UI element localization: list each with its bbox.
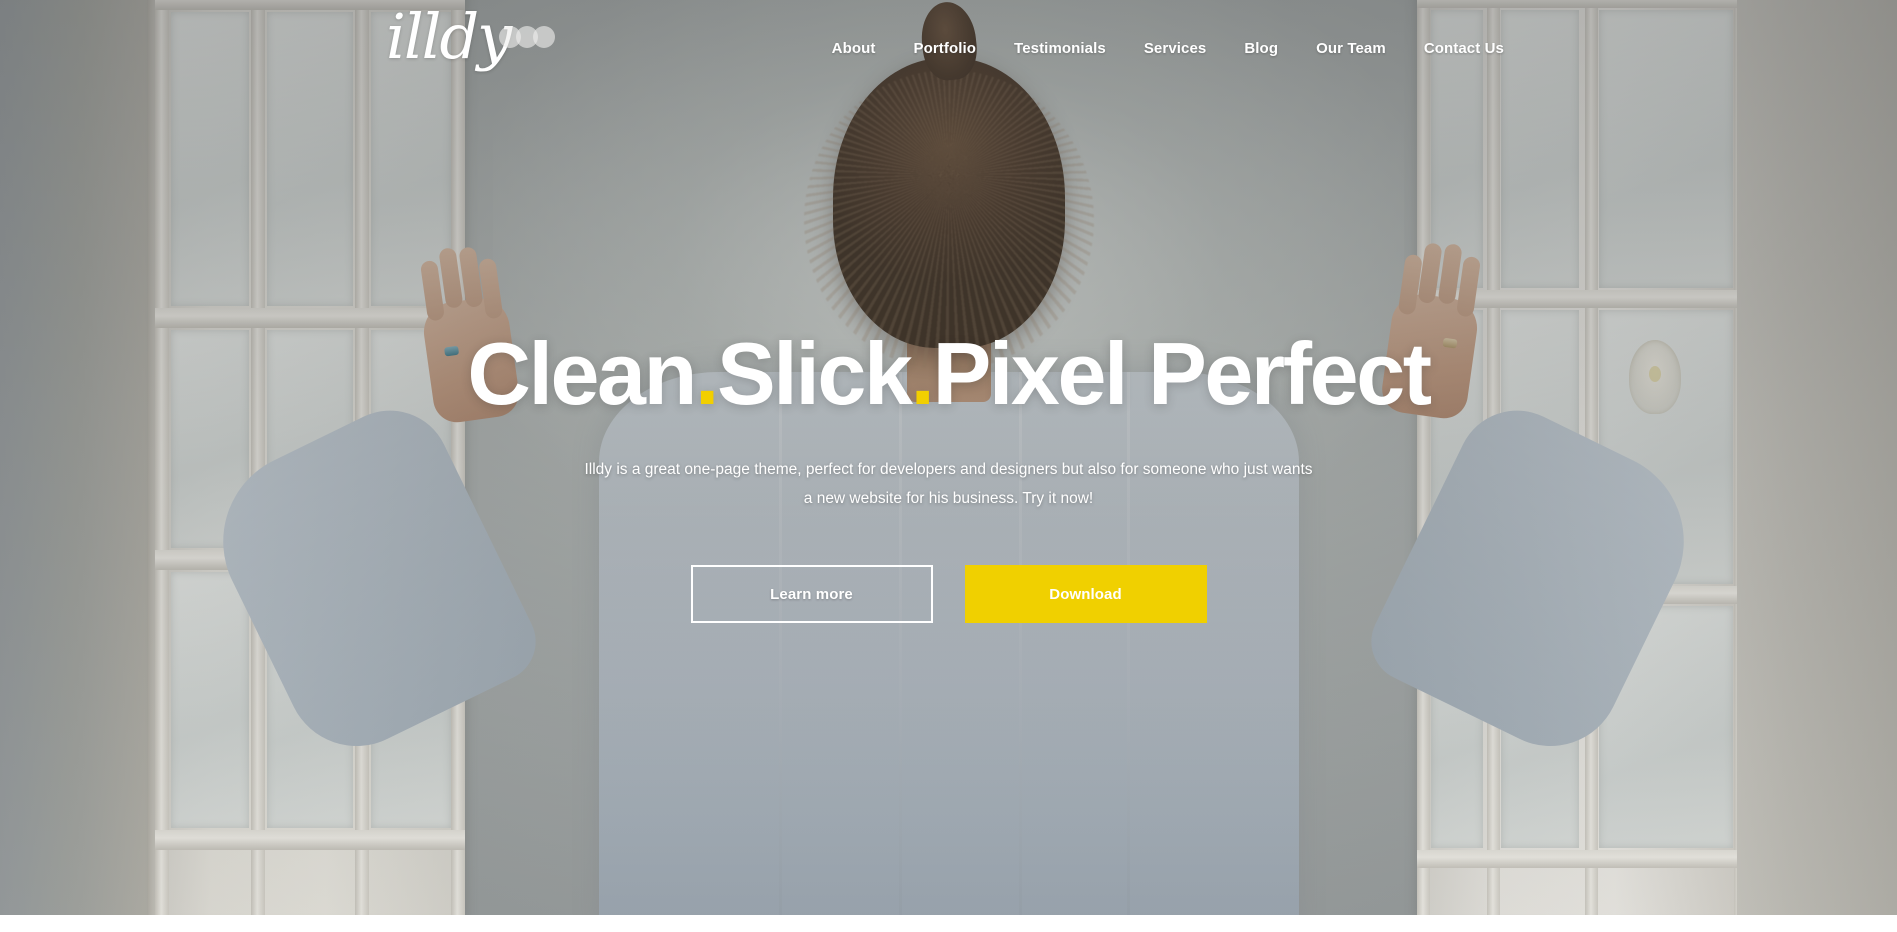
logo-wordmark: illdy [386,0,512,73]
hero-title-word-3: Pixel Perfect [932,324,1433,423]
hero-title-dot-1: . [694,324,719,423]
hero-subtitle: Illdy is a great one-page theme, perfect… [584,461,1313,507]
hero-section: illdy About Portfolio Testimonials Servi… [0,0,1897,915]
logo-dots-icon [499,26,556,48]
nav-item-contact-us[interactable]: Contact Us [1405,40,1523,57]
hero-title-dot-2: . [910,324,935,423]
learn-more-button[interactable]: Learn more [690,565,933,624]
hero-button-group: Learn more Download [0,565,1897,624]
nav-item-about[interactable]: About [813,40,895,57]
nav-item-services[interactable]: Services [1125,40,1226,57]
hero-title-word-2: Slick [717,324,913,423]
site-header: illdy About Portfolio Testimonials Servi… [0,0,1897,104]
hero-title-word-1: Clean [467,324,697,423]
download-button[interactable]: Download [964,565,1207,624]
site-logo[interactable]: illdy [386,0,556,73]
nav-item-testimonials[interactable]: Testimonials [995,40,1125,57]
nav-item-portfolio[interactable]: Portfolio [894,40,995,57]
nav-item-our-team[interactable]: Our Team [1297,40,1405,57]
hero-content: Clean.Slick.Pixel Perfect Illdy is a gre… [0,330,1897,624]
logo-dot-3 [533,26,556,48]
nav-item-blog[interactable]: Blog [1225,40,1297,57]
main-navigation: About Portfolio Testimonials Services Bl… [813,40,1523,57]
page-bottom-spacer [0,915,1897,932]
hero-title: Clean.Slick.Pixel Perfect [0,330,1897,418]
